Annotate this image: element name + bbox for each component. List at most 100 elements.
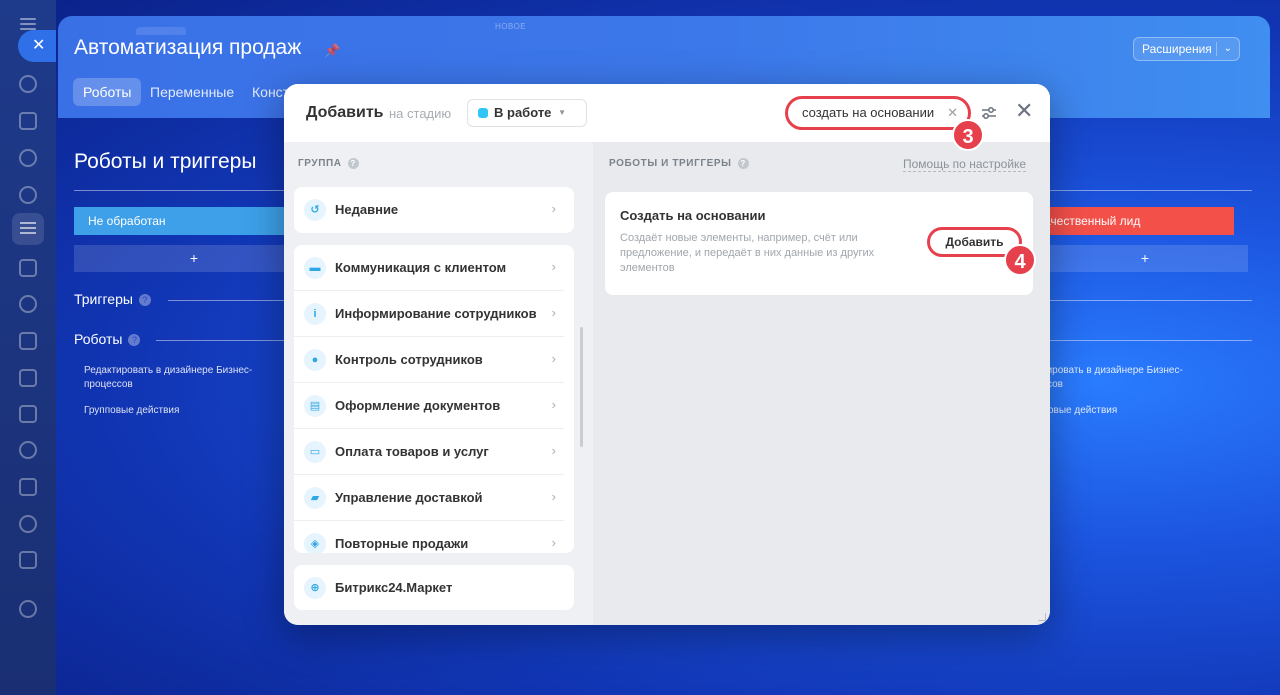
group-item-label: Коммуникация с клиентом [335,260,507,275]
divider [168,300,288,301]
group-item-label: Оформление документов [335,398,501,413]
card-icon[interactable] [19,369,37,387]
chevron-right-icon: › [551,489,556,504]
group-item-recent[interactable]: ↺ Недавние › [294,187,564,233]
pin-icon[interactable]: 📌 [324,43,340,59]
extensions-label: Расширения [1142,42,1212,56]
group-actions-link-left[interactable]: Групповые действия [84,404,179,418]
filter-settings-icon[interactable] [981,105,997,121]
grid-icon[interactable] [19,551,37,569]
group-item-employee-notify[interactable]: i Информирование сотрудников › [294,291,564,337]
edit-in-designer-link-right[interactable]: тировать в дизайнере Бизнес- ссов [1042,364,1222,392]
stage-prefix: на стадию [389,106,452,121]
funnel-nav-icon[interactable] [12,213,44,245]
divider [156,340,288,341]
caret-down-icon: ▼ [558,108,566,117]
tasks-icon[interactable] [19,112,37,130]
group-actions-link-right[interactable]: овые действия [1048,404,1117,418]
extensions-button[interactable]: Расширения ⌄ [1133,37,1240,61]
section-title: Роботы и триггеры [74,150,257,173]
page-title: Автоматизация продаж [74,36,302,59]
help-icon[interactable]: ? [347,158,359,169]
edit-in-designer-link-left[interactable]: Редактировать в дизайнере Бизнес-процесс… [84,364,264,392]
help-icon[interactable]: ? [128,334,141,346]
close-icon[interactable]: ✕ [1015,100,1033,122]
stage-header-right: ачественный лид [1042,207,1234,235]
divider [1048,300,1252,301]
group-list: ▬ Коммуникация с клиентом › i Информиров… [294,245,574,553]
group-item-delivery[interactable]: ▰ Управление доставкой › [294,475,564,521]
chevron-right-icon: › [551,305,556,320]
results-pane-header: РОБОТЫ И ТРИГГЕРЫ? [609,158,749,169]
group-item-label: Оплата товаров и услуг [335,444,489,459]
group-item-label: Информирование сотрудников [335,306,537,321]
chevron-right-icon: › [551,397,556,412]
robots-heading: Роботы? [74,331,141,347]
help-icon[interactable]: ? [138,294,151,306]
monitor-icon[interactable] [19,478,37,496]
setup-help-link[interactable]: Помощь по настройке [903,157,1027,172]
group-item-label: Недавние [335,202,399,217]
group-pane: ГРУППА? ↺ Недавние › ▬ Коммуникация с кл… [284,142,593,625]
mail-icon[interactable] [19,405,37,423]
results-pane-label: РОБОТЫ И ТРИГГЕРЫ [609,158,732,169]
group-item-repeat-sales[interactable]: ◈ Повторные продажи › [294,521,564,553]
calendar-icon[interactable] [19,259,37,277]
group-item-market[interactable]: ⊕ Битрикс24.Маркет [294,565,564,611]
contacts-icon[interactable] [19,441,37,459]
group-pane-label: ГРУППА [298,158,342,169]
chevron-down-icon: ⌄ [1223,43,1232,54]
group-item-documents[interactable]: ▤ Оформление документов › [294,383,564,429]
info-icon: i [304,303,326,325]
search-input-value: создать на основании [802,105,935,120]
chevron-right-icon: › [551,535,556,550]
feed-icon[interactable] [19,75,37,93]
recent-card: ↺ Недавние › [294,187,574,233]
payment-icon: ▭ [304,441,326,463]
truck-icon: ▰ [304,487,326,509]
stage-select[interactable]: В работе ▼ [467,99,587,127]
close-slider-button[interactable]: ✕ [18,30,56,62]
docs-icon[interactable] [19,332,37,350]
step-badge-3: 3 [952,119,984,151]
tab-robots[interactable]: Роботы [73,78,142,106]
group-item-payment[interactable]: ▭ Оплата товаров и услуг › [294,429,564,475]
step-badge-4: 4 [1004,244,1036,276]
top-hint: НОВОЕ [495,22,527,31]
add-robot-button-right[interactable]: + [1042,245,1248,272]
triggers-heading: Триггеры? [74,291,151,307]
robots-label: Роботы [74,331,123,347]
tab-variables[interactable]: Переменные [140,78,244,106]
add-robot-button-left[interactable]: + [74,245,314,272]
settings-icon[interactable] [19,600,37,618]
left-sidebar: ✕ [0,0,56,695]
group-item-label: Контроль сотрудников [335,352,483,367]
chevron-right-icon: › [551,351,556,366]
dialog-title: Добавить [306,104,384,121]
help-icon[interactable]: ? [737,158,749,169]
users-icon: ● [304,349,326,371]
group-item-employee-control[interactable]: ● Контроль сотрудников › [294,337,564,383]
search-input[interactable]: создать на основании ✕ [785,96,971,130]
crm-hex-icon[interactable] [19,186,37,204]
hr-icon[interactable] [19,515,37,533]
robot-card-description: Создаёт новые элементы, например, счёт и… [620,232,875,274]
group-item-label: Повторные продажи [335,536,469,551]
chat-icon: ▬ [304,257,326,279]
chat-nav-icon[interactable] [19,149,37,167]
bot-icon[interactable] [19,295,37,313]
group-item-client-communication[interactable]: ▬ Коммуникация с клиентом › [294,245,564,291]
group-list-scrollbar[interactable] [580,327,583,447]
robot-card-title: Создать на основании [620,208,766,223]
history-icon: ↺ [304,199,326,221]
add-robot-dialog: Добавить на стадию В работе ▼ создать на… [284,84,1050,625]
group-pane-header: ГРУППА? [298,158,359,169]
chevron-right-icon: › [551,259,556,274]
stage-color-dot [478,108,488,118]
repeat-sales-icon: ◈ [304,533,326,553]
resize-handle[interactable] [1038,613,1046,621]
market-bag-icon: ⊕ [304,577,326,599]
stage-header-left: Не обработан [74,207,314,235]
document-icon: ▤ [304,395,326,417]
triggers-label: Триггеры [74,291,133,307]
